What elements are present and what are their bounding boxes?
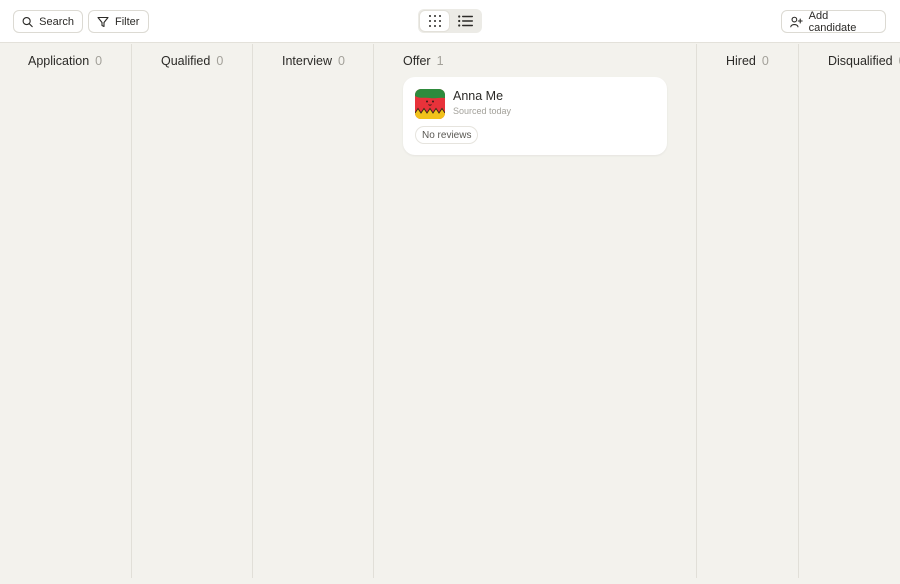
candidate-card[interactable]: Anna Me Sourced today No reviews bbox=[403, 77, 667, 155]
candidate-source: Sourced today bbox=[453, 106, 512, 116]
column-title: Offer bbox=[403, 54, 431, 68]
board-view-toggle[interactable] bbox=[420, 11, 449, 31]
column-header: Hired 0 bbox=[726, 54, 769, 68]
toolbar: Search Filter Add candidate bbox=[0, 0, 900, 43]
column-title: Disqualified bbox=[828, 54, 893, 68]
list-icon bbox=[458, 15, 473, 27]
view-toggle bbox=[418, 9, 482, 33]
add-user-icon bbox=[790, 16, 803, 27]
column-header: Disqualified 0 bbox=[828, 54, 900, 68]
search-icon bbox=[22, 16, 33, 27]
column-header: Offer 1 bbox=[403, 54, 444, 68]
column-header: Interview 0 bbox=[282, 54, 345, 68]
column-title: Qualified bbox=[161, 54, 211, 68]
search-button[interactable]: Search bbox=[13, 10, 83, 33]
column-header: Qualified 0 bbox=[161, 54, 223, 68]
grid-dots-icon bbox=[428, 15, 441, 27]
column-count: 1 bbox=[436, 54, 444, 68]
filter-icon bbox=[97, 16, 109, 27]
column-qualified: Qualified 0 bbox=[132, 44, 253, 578]
column-count: 0 bbox=[338, 54, 345, 68]
list-view-toggle[interactable] bbox=[451, 11, 480, 31]
pipeline-board: Application 0 Qualified 0 Interview 0 Of… bbox=[0, 44, 900, 584]
column-count: 0 bbox=[95, 54, 103, 68]
add-candidate-label: Add candidate bbox=[808, 9, 857, 34]
reviews-badge: No reviews bbox=[415, 126, 479, 144]
column-count: 0 bbox=[216, 54, 224, 68]
column-count: 0 bbox=[761, 54, 769, 68]
column-application: Application 0 bbox=[0, 44, 132, 578]
column-title: Application bbox=[28, 54, 90, 68]
candidate-avatar bbox=[415, 89, 445, 119]
column-title: Hired bbox=[726, 54, 756, 68]
column-disqualified: Disqualified 0 bbox=[799, 44, 900, 578]
add-candidate-button[interactable]: Add candidate bbox=[781, 9, 886, 34]
column-interview: Interview 0 bbox=[253, 44, 374, 578]
column-title: Interview bbox=[282, 54, 333, 68]
filter-label: Filter bbox=[115, 15, 140, 28]
search-label: Search bbox=[39, 15, 74, 28]
column-hired: Hired 0 bbox=[697, 44, 799, 578]
filter-button[interactable]: Filter bbox=[88, 10, 149, 33]
candidate-name: Anna Me bbox=[453, 89, 504, 103]
column-header: Application 0 bbox=[28, 54, 102, 68]
